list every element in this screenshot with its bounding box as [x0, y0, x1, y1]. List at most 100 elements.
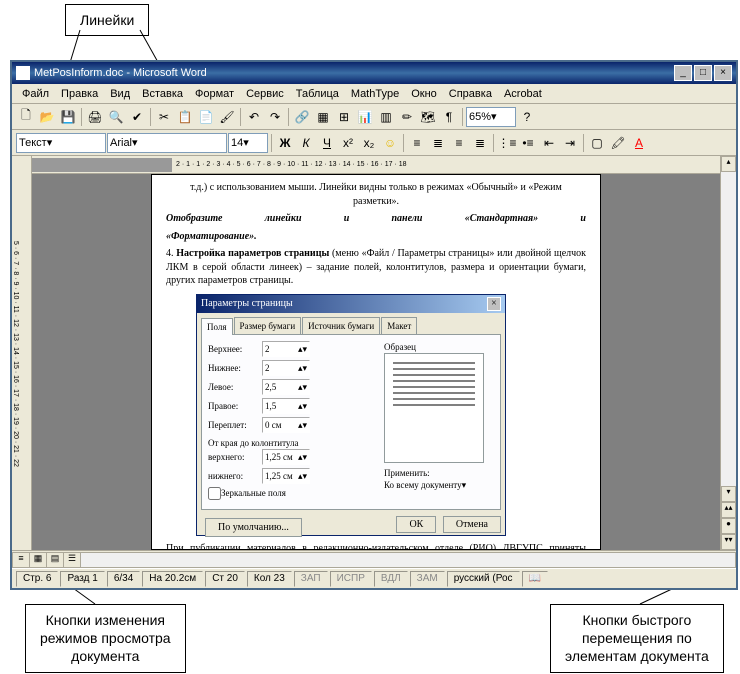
word-window: MetPosInform.doc - Microsoft Word _ □ × … — [10, 60, 738, 590]
align-center-icon[interactable]: ≣ — [428, 133, 448, 153]
menu-acrobat[interactable]: Acrobat — [498, 86, 548, 102]
align-right-icon[interactable]: ≡ — [449, 133, 469, 153]
next-page-button[interactable]: ▾▾ — [721, 534, 736, 550]
status-at: На 20.2см — [142, 571, 203, 587]
menu-table[interactable]: Таблица — [290, 86, 345, 102]
size-combo[interactable]: 14 ▾ — [228, 133, 268, 153]
paste-icon[interactable]: 📄 — [196, 107, 216, 127]
drawing-icon[interactable]: ✏ — [397, 107, 417, 127]
apply-to-combo[interactable]: Ко всему документу▾ — [384, 479, 484, 491]
status-book-icon[interactable]: 📖 — [522, 571, 548, 587]
tab-paper-size[interactable]: Размер бумаги — [234, 317, 302, 334]
menu-tools[interactable]: Сервис — [240, 86, 290, 102]
top-margin-input[interactable]: 2▴▾ — [262, 341, 310, 357]
mirror-margins-checkbox[interactable] — [208, 487, 221, 500]
status-lang: русский (Рос — [447, 571, 520, 587]
status-line: Ст 20 — [205, 571, 245, 587]
menu-edit[interactable]: Правка — [55, 86, 104, 102]
italic-button[interactable]: К — [296, 133, 316, 153]
menu-format[interactable]: Формат — [189, 86, 240, 102]
open-icon[interactable]: 📂 — [37, 107, 57, 127]
menu-file[interactable]: Файл — [16, 86, 55, 102]
menu-window[interactable]: Окно — [405, 86, 443, 102]
show-marks-icon[interactable]: ¶ — [439, 107, 459, 127]
left-margin-input[interactable]: 2,5▴▾ — [262, 379, 310, 395]
justify-icon[interactable]: ≣ — [470, 133, 490, 153]
help-icon[interactable]: ? — [517, 107, 537, 127]
redo-icon[interactable]: ↷ — [265, 107, 285, 127]
columns-icon[interactable]: ▥ — [376, 107, 396, 127]
status-ovr: ЗАМ — [410, 571, 445, 587]
font-color-icon[interactable]: A — [629, 133, 649, 153]
font-combo[interactable]: Arial ▾ — [107, 133, 227, 153]
print-icon[interactable]: 🖨 — [85, 107, 105, 127]
footer-edge-input[interactable]: 1,25 см▴▾ — [262, 468, 310, 484]
menu-help[interactable]: Справка — [443, 86, 498, 102]
align-left-icon[interactable]: ≡ — [407, 133, 427, 153]
hyperlink-icon[interactable]: 🔗 — [292, 107, 312, 127]
menubar: Файл Правка Вид Вставка Формат Сервис Та… — [12, 84, 736, 104]
tab-paper-source[interactable]: Источник бумаги — [302, 317, 380, 334]
dialog-titlebar: Параметры страницы × — [197, 295, 505, 313]
header-edge-input[interactable]: 1,25 см▴▾ — [262, 449, 310, 465]
indent-icon[interactable]: ⇥ — [560, 133, 580, 153]
page-setup-dialog: Параметры страницы × Поля Размер бумаги … — [196, 294, 506, 537]
tab-margins[interactable]: Поля — [201, 318, 233, 335]
copy-icon[interactable]: 📋 — [175, 107, 195, 127]
style-combo[interactable]: Текст ▾ — [16, 133, 106, 153]
superscript-icon[interactable]: x² — [338, 133, 358, 153]
excel-icon[interactable]: 📊 — [355, 107, 375, 127]
workspace: 5 · 6 · 7 · 8 · 9 · 10 · 11 · 12 · 13 · … — [12, 156, 736, 550]
spelling-icon[interactable]: ✔ — [127, 107, 147, 127]
menu-mathtype[interactable]: MathType — [345, 86, 405, 102]
document-area[interactable]: т.д.) с использованием мыши. Линейки вид… — [32, 174, 720, 550]
cancel-button[interactable]: Отмена — [443, 516, 501, 533]
view-mode-buttons: ≡ ▦ ▤ ☰ — [12, 552, 80, 568]
bullets-icon[interactable]: •≡ — [518, 133, 538, 153]
horizontal-scrollbar[interactable] — [80, 552, 736, 568]
borders-icon[interactable]: ▢ — [587, 133, 607, 153]
bold-button[interactable]: Ж — [275, 133, 295, 153]
map-icon[interactable]: 🗺 — [418, 107, 438, 127]
vertical-ruler[interactable]: 5 · 6 · 7 · 8 · 9 · 10 · 11 · 12 · 13 · … — [12, 156, 32, 550]
close-button[interactable]: × — [714, 65, 732, 81]
save-icon[interactable]: 💾 — [58, 107, 78, 127]
scroll-down-button[interactable]: ▾ — [721, 486, 736, 502]
zoom-combo[interactable]: 65% ▾ — [466, 107, 516, 127]
insert-table-icon[interactable]: ⊞ — [334, 107, 354, 127]
doc-text: Отобразителинейкиипанели«Стандартная»и — [166, 212, 586, 226]
scroll-up-button[interactable]: ▴ — [721, 156, 736, 172]
print-view-button[interactable]: ▤ — [46, 552, 64, 568]
new-doc-icon[interactable]: 🗋 — [16, 107, 36, 127]
browse-object-button[interactable]: ● — [721, 518, 736, 534]
format-painter-icon[interactable]: 🖌 — [217, 107, 237, 127]
prev-page-button[interactable]: ▴▴ — [721, 502, 736, 518]
smiley-icon[interactable]: ☺ — [380, 133, 400, 153]
ok-button[interactable]: ОК — [396, 516, 436, 533]
cut-icon[interactable]: ✂ — [154, 107, 174, 127]
default-button[interactable]: По умолчанию... — [205, 518, 302, 538]
normal-view-button[interactable]: ≡ — [12, 552, 30, 568]
vertical-scrollbar[interactable]: ▴ ▾ ▴▴ ● ▾▾ — [720, 156, 736, 550]
gutter-input[interactable]: 0 см▴▾ — [262, 417, 310, 433]
dialog-close-button[interactable]: × — [487, 297, 501, 311]
menu-insert[interactable]: Вставка — [136, 86, 189, 102]
outline-view-button[interactable]: ☰ — [63, 552, 81, 568]
undo-icon[interactable]: ↶ — [244, 107, 264, 127]
maximize-button[interactable]: □ — [694, 65, 712, 81]
status-page: Стр. 6 — [16, 571, 58, 587]
minimize-button[interactable]: _ — [674, 65, 692, 81]
subscript-icon[interactable]: x₂ — [359, 133, 379, 153]
preview-icon[interactable]: 🔍 — [106, 107, 126, 127]
web-view-button[interactable]: ▦ — [29, 552, 47, 568]
tables-icon[interactable]: ▦ — [313, 107, 333, 127]
outdent-icon[interactable]: ⇤ — [539, 133, 559, 153]
horizontal-ruler[interactable]: 2 · 1 · 1 · 2 · 3 · 4 · 5 · 6 · 7 · 8 · … — [32, 156, 720, 174]
tab-layout[interactable]: Макет — [381, 317, 417, 334]
right-margin-input[interactable]: 1,5▴▾ — [262, 398, 310, 414]
bottom-margin-input[interactable]: 2▴▾ — [262, 360, 310, 376]
menu-view[interactable]: Вид — [104, 86, 136, 102]
underline-button[interactable]: Ч — [317, 133, 337, 153]
highlight-icon[interactable]: 🖍 — [608, 133, 628, 153]
numbering-icon[interactable]: ⋮≡ — [497, 133, 517, 153]
